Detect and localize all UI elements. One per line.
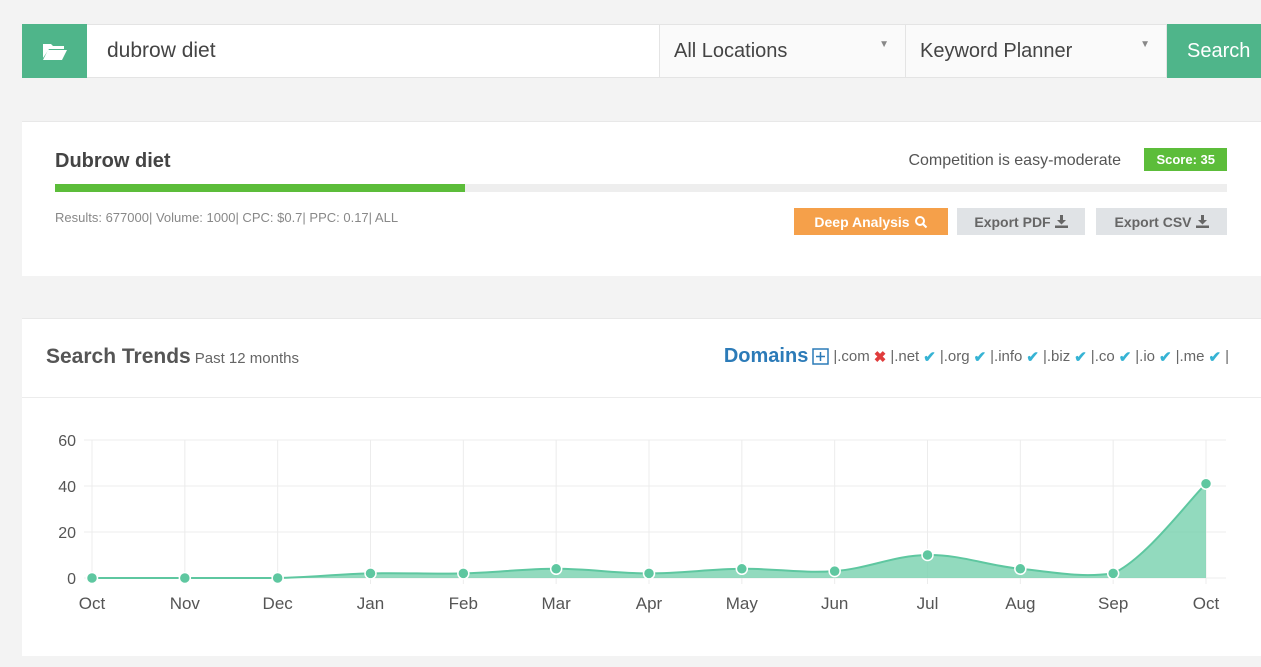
- x-tick-label: Aug: [1005, 594, 1035, 613]
- domains-trailing: |: [1225, 348, 1229, 365]
- data-point: [735, 562, 749, 576]
- data-point: [1014, 562, 1027, 576]
- domain-tld: |.me: [1175, 348, 1205, 365]
- x-tick-label: Mar: [542, 594, 572, 613]
- difficulty-bar-fill: [55, 184, 466, 192]
- x-tick-label: Jul: [917, 594, 939, 613]
- data-point: [85, 571, 99, 585]
- trends-title: Search Trends Past 12 months: [46, 345, 299, 369]
- search-button[interactable]: Search: [1167, 24, 1261, 78]
- cross-icon: ✖: [873, 348, 887, 366]
- data-point: [921, 548, 934, 562]
- check-icon: ✔: [1159, 348, 1172, 366]
- x-tick-label: Feb: [449, 594, 478, 613]
- deep-analysis-button[interactable]: Deep Analysis: [794, 208, 948, 235]
- check-icon: ✔: [1074, 348, 1087, 366]
- domain-tld: |.org: [939, 348, 970, 365]
- y-tick-label: 0: [67, 571, 76, 588]
- data-point: [178, 571, 192, 585]
- domain-tld: |.com: [833, 348, 870, 365]
- check-icon: ✔: [1208, 348, 1222, 366]
- trends-title-text: Search Trends: [46, 345, 191, 368]
- keyword-card: Dubrow diet Competition is easy-moderate…: [22, 121, 1261, 276]
- keyword-stats: Results: 677000| Volume: 1000| CPC: $0.7…: [55, 210, 399, 225]
- score-badge: Score: 35: [1144, 148, 1227, 171]
- difficulty-bar: [55, 184, 1227, 192]
- y-tick-label: 20: [58, 525, 76, 542]
- domain-tld: |.net: [890, 348, 920, 365]
- x-tick-label: May: [726, 594, 759, 613]
- data-point: [271, 571, 284, 585]
- domain-tld: |.biz: [1042, 348, 1071, 365]
- keyword-title: Dubrow diet: [55, 150, 171, 172]
- x-tick-label: Oct: [79, 594, 106, 613]
- trends-subtitle: Past 12 months: [194, 350, 299, 367]
- download-icon: [1054, 215, 1068, 228]
- domain-tld: |.io: [1135, 348, 1156, 365]
- chevron-down-icon: ▼: [879, 39, 889, 50]
- data-point: [828, 564, 841, 578]
- trends-header: Search Trends Past 12 months Domains |.co…: [22, 319, 1261, 398]
- export-pdf-label: Export PDF: [974, 213, 1051, 230]
- x-tick-label: Jun: [821, 594, 848, 613]
- competition-text: Competition is easy-moderate: [908, 152, 1121, 169]
- data-point: [549, 562, 563, 576]
- data-point: [642, 567, 656, 580]
- x-tick-label: Nov: [170, 594, 201, 613]
- domain-tld: |.info: [990, 348, 1023, 365]
- check-icon: ✔: [1118, 348, 1132, 366]
- search-trends-chart: 0 20 40 60 Oct Nov Dec Jan Feb Mar Apr May Jun Jul Aug…: [58, 433, 1226, 613]
- check-icon: ✔: [973, 348, 987, 366]
- domain-tld: |.co: [1090, 348, 1115, 365]
- search-bar: All Locations ▼ Keyword Planner ▼ Search: [22, 24, 1261, 78]
- location-value: All Locations: [674, 39, 788, 62]
- data-point: [364, 567, 377, 580]
- location-select[interactable]: All Locations ▼: [660, 24, 906, 78]
- export-csv-button[interactable]: Export CSV: [1096, 208, 1227, 235]
- check-icon: ✔: [1026, 348, 1039, 366]
- data-point: [1106, 567, 1120, 580]
- search-trends-card: Search Trends Past 12 months Domains |.co…: [22, 318, 1261, 656]
- domains-availability: Domains |.com ✖ |.net ✔ |.org ✔ |.info ✔ |.biz ✔ |…: [724, 345, 1229, 368]
- source-value: Keyword Planner: [920, 39, 1073, 62]
- x-tick-label: Sep: [1098, 594, 1128, 613]
- data-point: [457, 567, 470, 580]
- x-tick-label: Oct: [1193, 594, 1220, 613]
- x-tick-label: Apr: [636, 594, 663, 613]
- deep-analysis-label: Deep Analysis: [814, 213, 910, 230]
- download-icon: [1195, 215, 1209, 228]
- y-tick-label: 60: [58, 433, 76, 450]
- data-point: [1199, 477, 1213, 490]
- x-tick-label: Jan: [357, 594, 384, 613]
- folder-open-icon: [42, 44, 67, 60]
- folder-button[interactable]: [22, 24, 87, 78]
- check-icon: ✔: [923, 348, 936, 366]
- plus-square-icon[interactable]: [812, 348, 830, 365]
- keyword-input[interactable]: [87, 24, 660, 78]
- chevron-down-icon: ▼: [1140, 39, 1150, 50]
- search-icon: [914, 215, 927, 228]
- source-select[interactable]: Keyword Planner ▼: [906, 24, 1167, 78]
- export-pdf-button[interactable]: Export PDF: [957, 208, 1085, 235]
- y-tick-label: 40: [58, 479, 76, 496]
- x-tick-label: Dec: [263, 594, 294, 613]
- domains-label[interactable]: Domains: [724, 345, 808, 368]
- export-csv-label: Export CSV: [1114, 213, 1192, 230]
